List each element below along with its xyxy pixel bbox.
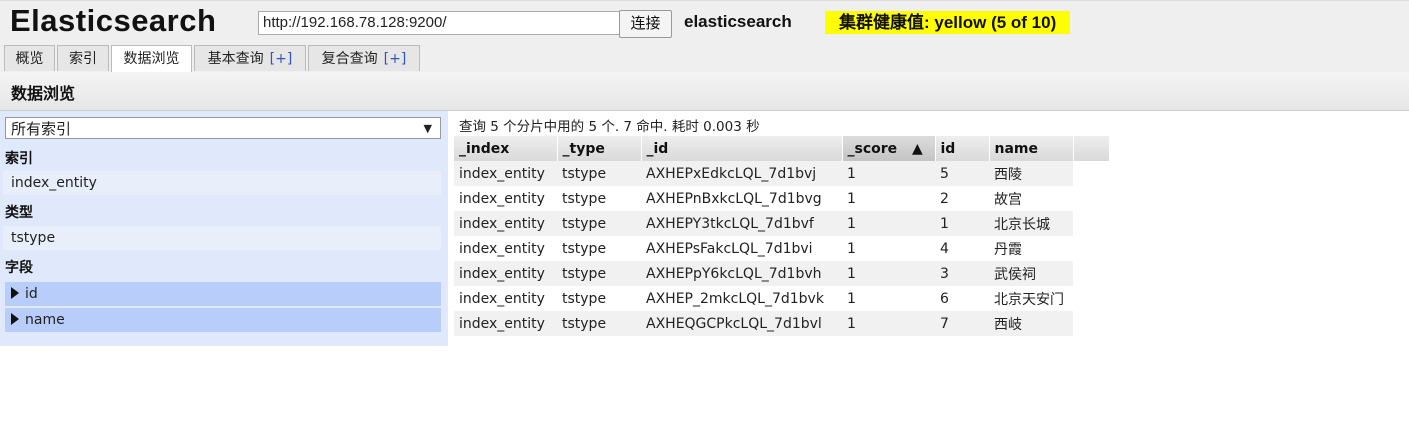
cell-index: index_entity (454, 236, 557, 261)
cell-score: 1 (842, 286, 935, 311)
tab-bar: 概览 索引 数据浏览 基本查询 [+] 复合查询 [+] (0, 44, 1409, 73)
app-title: Elasticsearch (10, 3, 217, 38)
table-row[interactable]: index_entity tstype AXHEPnBxkcLQL_7d1bvg 1 2… (454, 186, 1109, 211)
cell-name: 西陵 (989, 161, 1073, 186)
expand-triangle-icon (11, 313, 19, 325)
cell-name: 北京天安门 (989, 286, 1073, 311)
tab-overview[interactable]: 概览 (4, 45, 55, 71)
table-row[interactable]: index_entity tstype AXHEPsFakcLQL_7d1bvi 1 4… (454, 236, 1109, 261)
cell-id: 5 (935, 161, 989, 186)
cell-id: 1 (935, 211, 989, 236)
cell-doc-id: AXHEPY3tkcLQL_7d1bvf (641, 211, 842, 236)
cell-index: index_entity (454, 161, 557, 186)
column-header-filler (1073, 136, 1110, 161)
results-body: index_entity tstype AXHEPxEdkcLQL_7d1bvj 1 5… (454, 161, 1109, 336)
query-summary: 查询 5 个分片中用的 5 个. 7 命中. 耗时 0.003 秒 (459, 119, 760, 135)
cell-name: 西岐 (989, 311, 1073, 336)
cell-score: 1 (842, 311, 935, 336)
index-select[interactable]: 所有索引 ▼ (5, 117, 441, 139)
tab-indices[interactable]: 索引 (57, 45, 109, 71)
page-title: 数据浏览 (11, 84, 76, 103)
types-heading: 类型 (5, 205, 33, 221)
cell-doc-id: AXHEP_2mkcLQL_7d1bvk (641, 286, 842, 311)
cell-index: index_entity (454, 261, 557, 286)
cell-index: index_entity (454, 311, 557, 336)
field-item-id[interactable]: id (5, 282, 441, 306)
results-table: _index _type _id _score ▲ id name index_… (454, 136, 1110, 336)
cell-type: tstype (557, 311, 641, 336)
cluster-health-badge: 集群健康值: yellow (5 of 10) (825, 11, 1071, 34)
cell-id: 6 (935, 286, 989, 311)
column-header-doc-id[interactable]: _id (641, 136, 843, 161)
cell-score: 1 (842, 186, 935, 211)
tab-structured-query[interactable]: 复合查询 [+] (308, 45, 420, 71)
results-header-row: _index _type _id _score ▲ id name (454, 136, 1110, 161)
field-label: name (25, 312, 65, 328)
tab-browser[interactable]: 数据浏览 (111, 45, 192, 73)
tab-label: 基本查询 (207, 51, 264, 67)
field-item-name[interactable]: name (5, 308, 441, 332)
tab-add-indicator: [+] (383, 51, 407, 67)
cell-name: 故宫 (989, 186, 1073, 211)
column-header-id[interactable]: id (935, 136, 990, 161)
section-header: 数据浏览 (0, 72, 1409, 111)
cell-index: index_entity (454, 286, 557, 311)
cell-doc-id: AXHEPpY6kcLQL_7d1bvh (641, 261, 842, 286)
column-header-label: _score (847, 140, 898, 157)
cell-score: 1 (842, 236, 935, 261)
cell-score: 1 (842, 161, 935, 186)
sidebar: 所有索引 ▼ 索引 index_entity 类型 tstype 字段 id n… (0, 111, 448, 346)
cell-type: tstype (557, 286, 641, 311)
sidebar-item-type[interactable]: tstype (3, 226, 441, 250)
column-header-index[interactable]: _index (454, 136, 558, 161)
indices-heading: 索引 (5, 151, 33, 167)
cell-index: index_entity (454, 186, 557, 211)
cell-type: tstype (557, 211, 641, 236)
cell-doc-id: AXHEQGCPkcLQL_7d1bvl (641, 311, 842, 336)
table-row[interactable]: index_entity tstype AXHEP_2mkcLQL_7d1bvk 1 6… (454, 286, 1109, 311)
sort-ascending-icon: ▲ (912, 140, 923, 157)
cluster-url-input[interactable]: http://192.168.78.128:9200/ (258, 11, 620, 35)
dropdown-arrow-icon: ▼ (423, 122, 432, 135)
column-header-name[interactable]: name (989, 136, 1074, 161)
tab-label: 概览 (15, 51, 44, 67)
cell-doc-id: AXHEPxEdkcLQL_7d1bvj (641, 161, 842, 186)
tab-add-indicator: [+] (269, 51, 293, 67)
fields-heading: 字段 (5, 260, 33, 276)
cell-score: 1 (842, 211, 935, 236)
field-label: id (25, 286, 38, 302)
table-row[interactable]: index_entity tstype AXHEPY3tkcLQL_7d1bvf 1 1… (454, 211, 1109, 236)
cell-type: tstype (557, 186, 641, 211)
table-row[interactable]: index_entity tstype AXHEQGCPkcLQL_7d1bvl 1 7… (454, 311, 1109, 336)
cell-name: 丹霞 (989, 236, 1073, 261)
table-row[interactable]: index_entity tstype AXHEPpY6kcLQL_7d1bvh 1 3… (454, 261, 1109, 286)
sidebar-item-index[interactable]: index_entity (3, 171, 441, 195)
cell-type: tstype (557, 161, 641, 186)
cell-score: 1 (842, 261, 935, 286)
tab-label: 索引 (69, 51, 97, 67)
cell-name: 北京长城 (989, 211, 1073, 236)
cell-id: 3 (935, 261, 989, 286)
cell-name: 武侯祠 (989, 261, 1073, 286)
cell-type: tstype (557, 236, 641, 261)
expand-triangle-icon (11, 287, 19, 299)
tab-label: 数据浏览 (123, 51, 180, 67)
cell-doc-id: AXHEPnBxkcLQL_7d1bvg (641, 186, 842, 211)
connect-button[interactable]: 连接 (619, 10, 672, 38)
header-bar: Elasticsearch http://192.168.78.128:9200… (0, 0, 1409, 45)
index-select-value: 所有索引 (11, 120, 72, 138)
cell-index: index_entity (454, 211, 557, 236)
column-header-type[interactable]: _type (557, 136, 642, 161)
cell-type: tstype (557, 261, 641, 286)
tab-label: 复合查询 (321, 51, 378, 67)
cell-id: 7 (935, 311, 989, 336)
cell-id: 2 (935, 186, 989, 211)
cell-doc-id: AXHEPsFakcLQL_7d1bvi (641, 236, 842, 261)
cluster-name: elasticsearch (684, 12, 792, 31)
tab-basic-query[interactable]: 基本查询 [+] (194, 45, 306, 71)
cell-id: 4 (935, 236, 989, 261)
column-header-score[interactable]: _score ▲ (842, 136, 936, 161)
table-row[interactable]: index_entity tstype AXHEPxEdkcLQL_7d1bvj 1 5… (454, 161, 1109, 186)
